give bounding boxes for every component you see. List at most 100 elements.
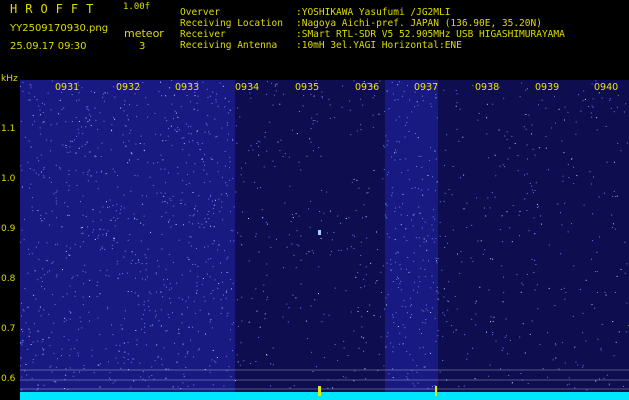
noise-speck — [230, 376, 232, 378]
noise-speck — [400, 268, 402, 270]
noise-speck — [598, 378, 600, 380]
noise-speck — [347, 355, 349, 356]
noise-speck — [292, 217, 294, 218]
noise-speck — [583, 204, 585, 206]
noise-speck — [109, 372, 111, 373]
noise-speck — [193, 300, 195, 302]
noise-speck — [210, 319, 211, 321]
noise-speck — [194, 312, 196, 314]
noise-speck — [188, 154, 190, 156]
date-time: 25.09.17 09:30 — [10, 41, 87, 52]
noise-speck — [298, 245, 300, 247]
noise-speck — [409, 316, 411, 318]
noise-speck — [526, 193, 528, 195]
noise-speck — [197, 109, 199, 111]
noise-speck — [140, 135, 142, 137]
noise-speck — [134, 292, 136, 294]
noise-speck — [615, 341, 617, 343]
noise-speck — [28, 140, 30, 142]
noise-speck — [254, 181, 256, 183]
noise-speck — [199, 149, 201, 151]
noise-speck — [503, 97, 505, 99]
noise-speck — [226, 290, 228, 292]
noise-speck — [292, 214, 293, 216]
noise-speck — [414, 187, 416, 189]
noise-speck — [114, 225, 116, 227]
noise-speck — [331, 250, 332, 252]
noise-band — [235, 80, 385, 392]
noise-speck — [21, 344, 23, 346]
noise-speck — [216, 93, 218, 95]
noise-speck — [104, 249, 106, 250]
noise-speck — [575, 361, 577, 363]
noise-speck — [381, 292, 382, 293]
noise-speck — [306, 253, 308, 255]
noise-speck — [293, 385, 295, 387]
noise-speck — [405, 306, 407, 308]
noise-speck — [28, 335, 30, 337]
noise-speck — [120, 324, 122, 326]
noise-speck — [115, 220, 117, 222]
noise-speck — [591, 116, 593, 118]
noise-speck — [193, 171, 195, 173]
noise-speck — [32, 341, 34, 343]
noise-speck — [596, 271, 598, 273]
noise-speck — [177, 166, 179, 168]
noise-speck — [396, 140, 398, 142]
noise-speck — [308, 251, 310, 253]
noise-speck — [229, 179, 231, 181]
noise-speck — [76, 185, 78, 186]
noise-speck — [171, 103, 173, 105]
noise-speck — [134, 93, 136, 95]
noise-speck — [361, 336, 363, 338]
noise-speck — [447, 242, 449, 244]
noise-speck — [205, 261, 207, 263]
noise-speck — [81, 87, 83, 89]
noise-speck — [364, 285, 366, 287]
noise-speck — [73, 139, 75, 141]
noise-speck — [312, 150, 314, 152]
noise-speck — [149, 310, 151, 312]
noise-speck — [90, 90, 92, 92]
noise-speck — [82, 241, 84, 243]
noise-speck — [207, 273, 208, 275]
noise-speck — [153, 378, 155, 380]
app-version: 1.00f — [123, 2, 151, 12]
noise-speck — [492, 334, 494, 336]
noise-speck — [230, 229, 232, 231]
info-label: Overver — [180, 7, 221, 18]
noise-speck — [572, 315, 574, 317]
noise-speck — [232, 283, 234, 284]
noise-speck — [23, 239, 25, 241]
noise-speck — [215, 99, 217, 101]
noise-speck — [150, 231, 151, 233]
noise-speck — [400, 280, 402, 282]
noise-speck — [418, 237, 420, 239]
info-row-receiver: Receiver:SMart RTL-SDR V5 52.905MHz USB … — [180, 30, 565, 40]
noise-speck — [101, 246, 103, 248]
noise-speck — [293, 254, 295, 256]
noise-speck — [157, 356, 159, 358]
noise-speck — [182, 382, 184, 384]
noise-speck — [213, 240, 215, 242]
noise-speck — [386, 217, 388, 219]
noise-speck — [169, 198, 171, 200]
noise-speck — [321, 95, 323, 97]
noise-speck — [161, 201, 163, 203]
noise-speck — [377, 370, 379, 372]
noise-speck — [270, 363, 272, 365]
noise-speck — [222, 281, 224, 283]
noise-speck — [567, 231, 569, 233]
noise-speck — [160, 309, 162, 311]
noise-speck — [120, 205, 122, 207]
noise-speck — [169, 87, 171, 89]
noise-speck — [240, 342, 242, 344]
noise-speck — [472, 85, 474, 87]
noise-speck — [391, 156, 393, 158]
noise-speck — [439, 221, 441, 223]
noise-speck — [548, 169, 549, 171]
noise-speck — [124, 310, 126, 312]
noise-speck — [181, 137, 183, 139]
noise-speck — [606, 161, 608, 163]
noise-speck — [511, 241, 513, 243]
